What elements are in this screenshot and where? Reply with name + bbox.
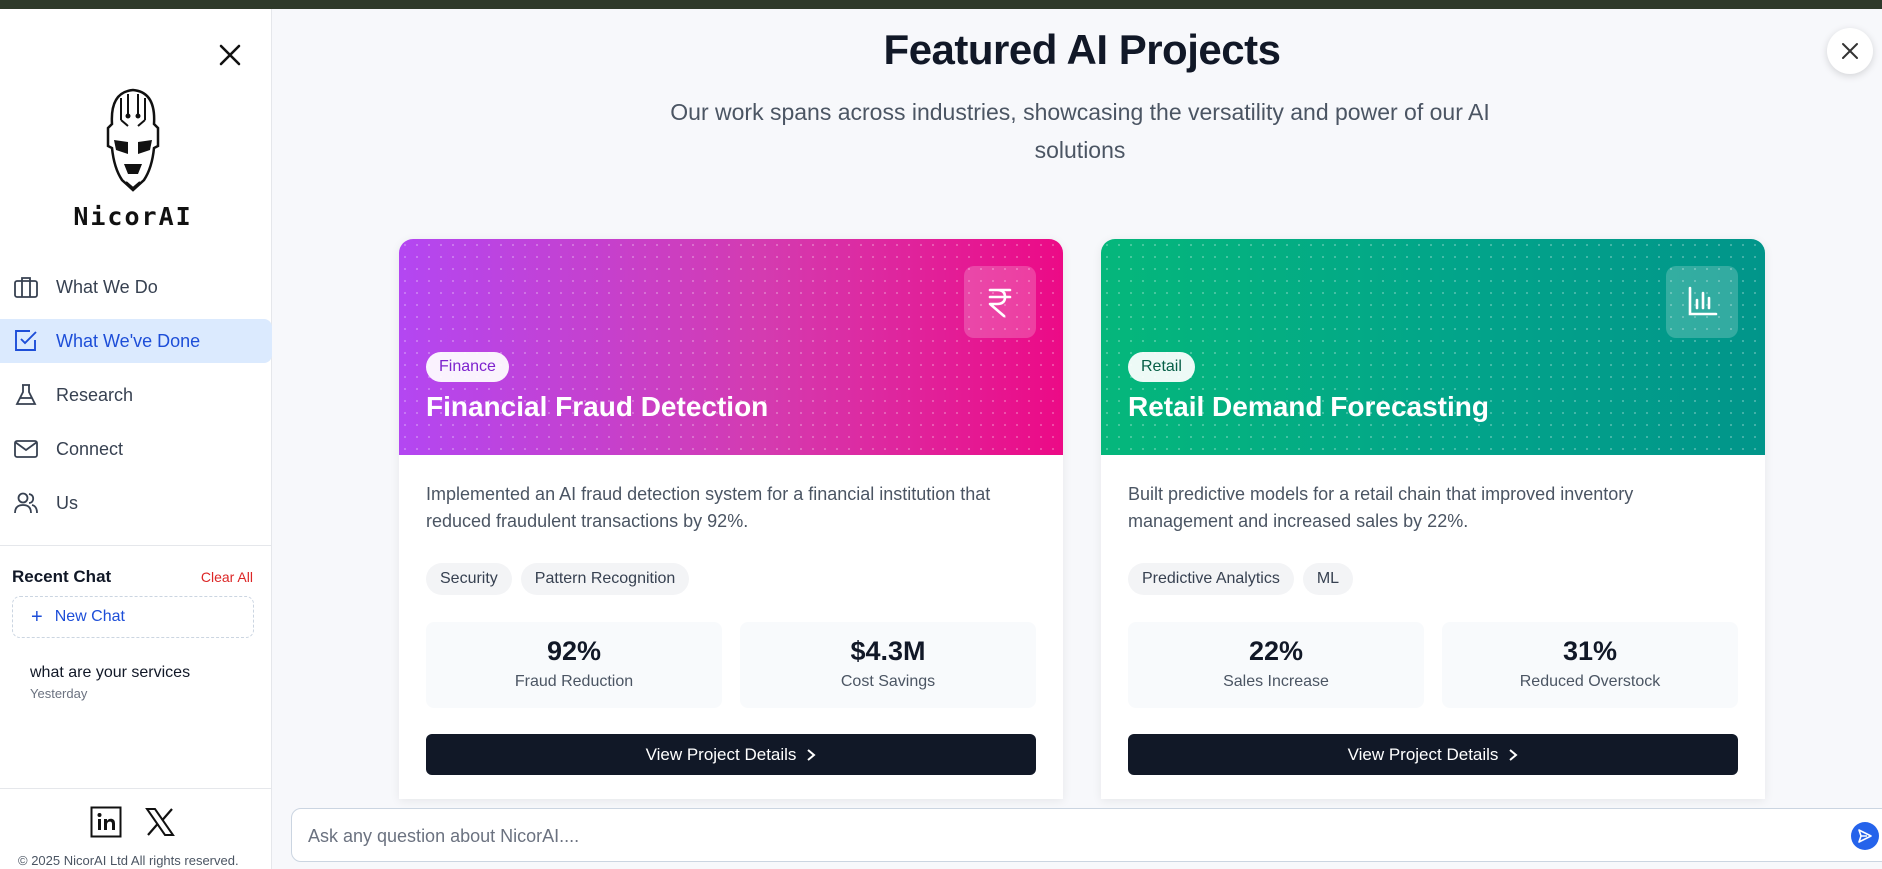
close-panel-button[interactable] bbox=[1827, 28, 1873, 74]
project-title: Financial Fraud Detection bbox=[426, 391, 769, 422]
send-icon bbox=[1858, 829, 1872, 843]
linkedin-link[interactable] bbox=[90, 806, 122, 838]
social-links bbox=[90, 806, 176, 838]
flask-icon bbox=[12, 381, 40, 409]
chat-input-bar bbox=[291, 808, 1882, 863]
sidebar-item-what-weve-done[interactable]: What We've Done bbox=[0, 319, 272, 363]
sidebar-item-label: Research bbox=[56, 384, 134, 405]
stat-label: Reduced Overstock bbox=[1519, 673, 1661, 690]
linkedin-icon bbox=[90, 806, 122, 838]
stat-value: 22% bbox=[1248, 636, 1304, 666]
project-description: Built predictive models for a retail cha… bbox=[1128, 484, 1634, 531]
project-card: Finance Financial Fraud Detection Implem… bbox=[399, 239, 1063, 799]
briefcase-icon bbox=[12, 273, 40, 301]
rupee-icon bbox=[964, 266, 1036, 338]
page-subtitle: Our work spans across industries, showca… bbox=[670, 99, 1490, 163]
logo[interactable]: NicorAI bbox=[58, 84, 208, 231]
stat-box: 92% Fraud Reduction bbox=[426, 622, 722, 708]
recent-chat-item[interactable]: what are your services Yesterday bbox=[30, 664, 190, 701]
copyright-text: © 2025 NicorAI Ltd All rights reserved. bbox=[18, 853, 239, 868]
x-icon bbox=[145, 808, 175, 836]
sidebar-divider bbox=[0, 545, 272, 546]
x-link[interactable] bbox=[144, 806, 176, 838]
stat-label: Cost Savings bbox=[840, 673, 936, 690]
chat-time: Yesterday bbox=[30, 686, 88, 701]
top-strip bbox=[0, 0, 1882, 9]
chat-input[interactable] bbox=[306, 809, 1810, 863]
sidebar-item-research[interactable]: Research bbox=[0, 373, 272, 417]
stat-box: $4.3M Cost Savings bbox=[740, 622, 1036, 708]
project-title: Retail Demand Forecasting bbox=[1128, 391, 1489, 422]
close-icon bbox=[219, 44, 241, 66]
tag: Pattern Recognition bbox=[520, 563, 690, 595]
sidebar-nav: What We Do What We've Done Research Conn… bbox=[0, 265, 272, 535]
send-button[interactable] bbox=[1851, 822, 1879, 850]
project-tags: Security Pattern Recognition bbox=[426, 563, 690, 595]
robot-head-logo-icon bbox=[106, 88, 160, 192]
plus-icon: + bbox=[31, 606, 43, 628]
clear-all-button[interactable]: Clear All bbox=[201, 569, 253, 585]
stat-box: 22% Sales Increase bbox=[1128, 622, 1424, 708]
users-icon bbox=[12, 489, 40, 517]
recent-chat-heading: Recent Chat bbox=[12, 567, 112, 586]
view-project-details-button[interactable]: View Project Details bbox=[1128, 734, 1738, 775]
sidebar-item-label: Us bbox=[56, 492, 78, 513]
sidebar-item-connect[interactable]: Connect bbox=[0, 427, 272, 471]
stat-box: 31% Reduced Overstock bbox=[1442, 622, 1738, 708]
button-label: View Project Details bbox=[645, 744, 797, 764]
chevron-right-icon bbox=[806, 748, 816, 762]
tag: Security bbox=[426, 563, 512, 595]
project-card: Retail Retail Demand Forecasting Built p… bbox=[1101, 239, 1765, 799]
sidebar-item-label: Connect bbox=[56, 438, 124, 459]
tag: Predictive Analytics bbox=[1128, 563, 1294, 595]
page-title: Featured AI Projects bbox=[883, 26, 1281, 73]
project-stats: 92% Fraud Reduction $4.3M Cost Savings bbox=[426, 622, 1036, 708]
sidebar: NicorAI What We Do What We've Done Resea… bbox=[0, 9, 272, 869]
sidebar-item-label: What We've Done bbox=[56, 330, 201, 351]
mail-icon bbox=[12, 435, 40, 463]
button-label: View Project Details bbox=[1347, 744, 1499, 764]
sidebar-item-label: What We Do bbox=[56, 276, 158, 297]
footer-divider bbox=[0, 788, 272, 789]
project-description: Implemented an AI fraud detection system… bbox=[426, 484, 991, 531]
checkbox-icon bbox=[12, 327, 40, 355]
category-badge: Finance bbox=[426, 352, 509, 382]
project-card-header: Retail Retail Demand Forecasting bbox=[1101, 239, 1765, 455]
tag: ML bbox=[1302, 563, 1354, 595]
sidebar-item-what-we-do[interactable]: What We Do bbox=[0, 265, 272, 309]
brand-name: NicorAI bbox=[73, 202, 193, 231]
stat-label: Fraud Reduction bbox=[514, 673, 634, 690]
sidebar-item-us[interactable]: Us bbox=[0, 481, 272, 525]
project-card-header: Finance Financial Fraud Detection bbox=[399, 239, 1063, 455]
bar-chart-icon bbox=[1666, 266, 1738, 338]
close-sidebar-button[interactable] bbox=[214, 39, 246, 71]
stat-value: $4.3M bbox=[850, 636, 926, 666]
project-stats: 22% Sales Increase 31% Reduced Overstock bbox=[1128, 622, 1738, 708]
category-badge: Retail bbox=[1128, 352, 1195, 382]
stat-value: 92% bbox=[546, 636, 602, 666]
project-tags: Predictive Analytics ML bbox=[1128, 563, 1354, 595]
new-chat-label: New Chat bbox=[54, 608, 125, 625]
new-chat-button[interactable]: + New Chat bbox=[12, 596, 254, 638]
stat-value: 31% bbox=[1562, 636, 1618, 666]
chevron-right-icon bbox=[1508, 748, 1518, 762]
close-icon bbox=[1842, 43, 1858, 59]
view-project-details-button[interactable]: View Project Details bbox=[426, 734, 1036, 775]
stat-label: Sales Increase bbox=[1223, 673, 1329, 690]
chat-title: what are your services bbox=[30, 664, 191, 681]
